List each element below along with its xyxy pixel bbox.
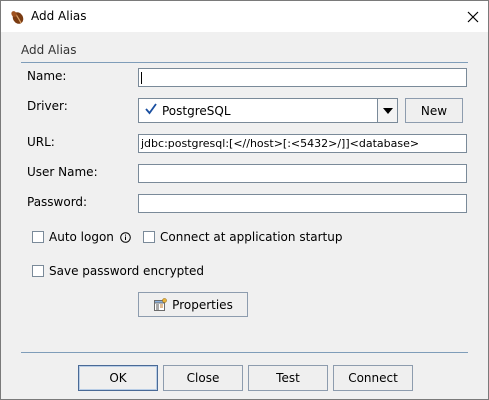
name-label: Name: [27, 69, 67, 83]
auto-logon-label: Auto logon [49, 230, 114, 244]
properties-button[interactable]: Properties [138, 292, 248, 317]
title-bar: Add Alias [1, 1, 488, 32]
url-input[interactable]: jdbc:postgresql:[<//host>[:<5432>/]]<dat… [138, 134, 467, 153]
driver-selected-value: PostgreSQL [162, 104, 231, 118]
connect-at-startup-label: Connect at application startup [160, 230, 343, 244]
auto-logon-checkbox[interactable]: Auto logon [32, 230, 131, 244]
section-title: Add Alias [21, 43, 77, 57]
chevron-down-icon [382, 107, 393, 114]
close-button[interactable]: Close [163, 365, 243, 391]
ok-button[interactable]: OK [78, 365, 158, 391]
save-password-encrypted-checkbox[interactable]: Save password encrypted [32, 264, 204, 278]
text-caret [141, 72, 142, 84]
password-label: Password: [27, 195, 88, 209]
test-button[interactable]: Test [248, 365, 328, 391]
window-close-button[interactable] [458, 1, 488, 32]
connect-button[interactable]: Connect [333, 365, 413, 391]
properties-label: Properties [172, 297, 233, 312]
add-alias-dialog: Add Alias Add Alias Name: Driver: Postgr… [0, 0, 489, 400]
url-label: URL: [27, 135, 55, 149]
user-name-label: User Name: [27, 165, 98, 179]
properties-icon [153, 297, 167, 312]
driver-label: Driver: [27, 99, 68, 113]
close-icon [467, 11, 479, 22]
name-input[interactable] [138, 68, 467, 87]
new-driver-button[interactable]: New [405, 98, 463, 123]
user-name-input[interactable] [138, 164, 467, 183]
checkbox-box[interactable] [32, 265, 44, 277]
coffee-bean-icon [10, 9, 26, 25]
driver-select[interactable]: PostgreSQL [138, 98, 398, 123]
check-icon [144, 102, 158, 116]
window-title: Add Alias [31, 9, 87, 23]
dropdown-arrow-button[interactable] [377, 99, 397, 122]
checkbox-box[interactable] [32, 231, 44, 243]
section-divider [21, 62, 468, 63]
info-icon [120, 231, 131, 243]
password-input[interactable] [138, 194, 467, 213]
save-password-label: Save password encrypted [49, 264, 204, 278]
footer-divider [21, 352, 468, 353]
checkbox-box[interactable] [143, 231, 155, 243]
connect-at-startup-checkbox[interactable]: Connect at application startup [143, 230, 342, 244]
